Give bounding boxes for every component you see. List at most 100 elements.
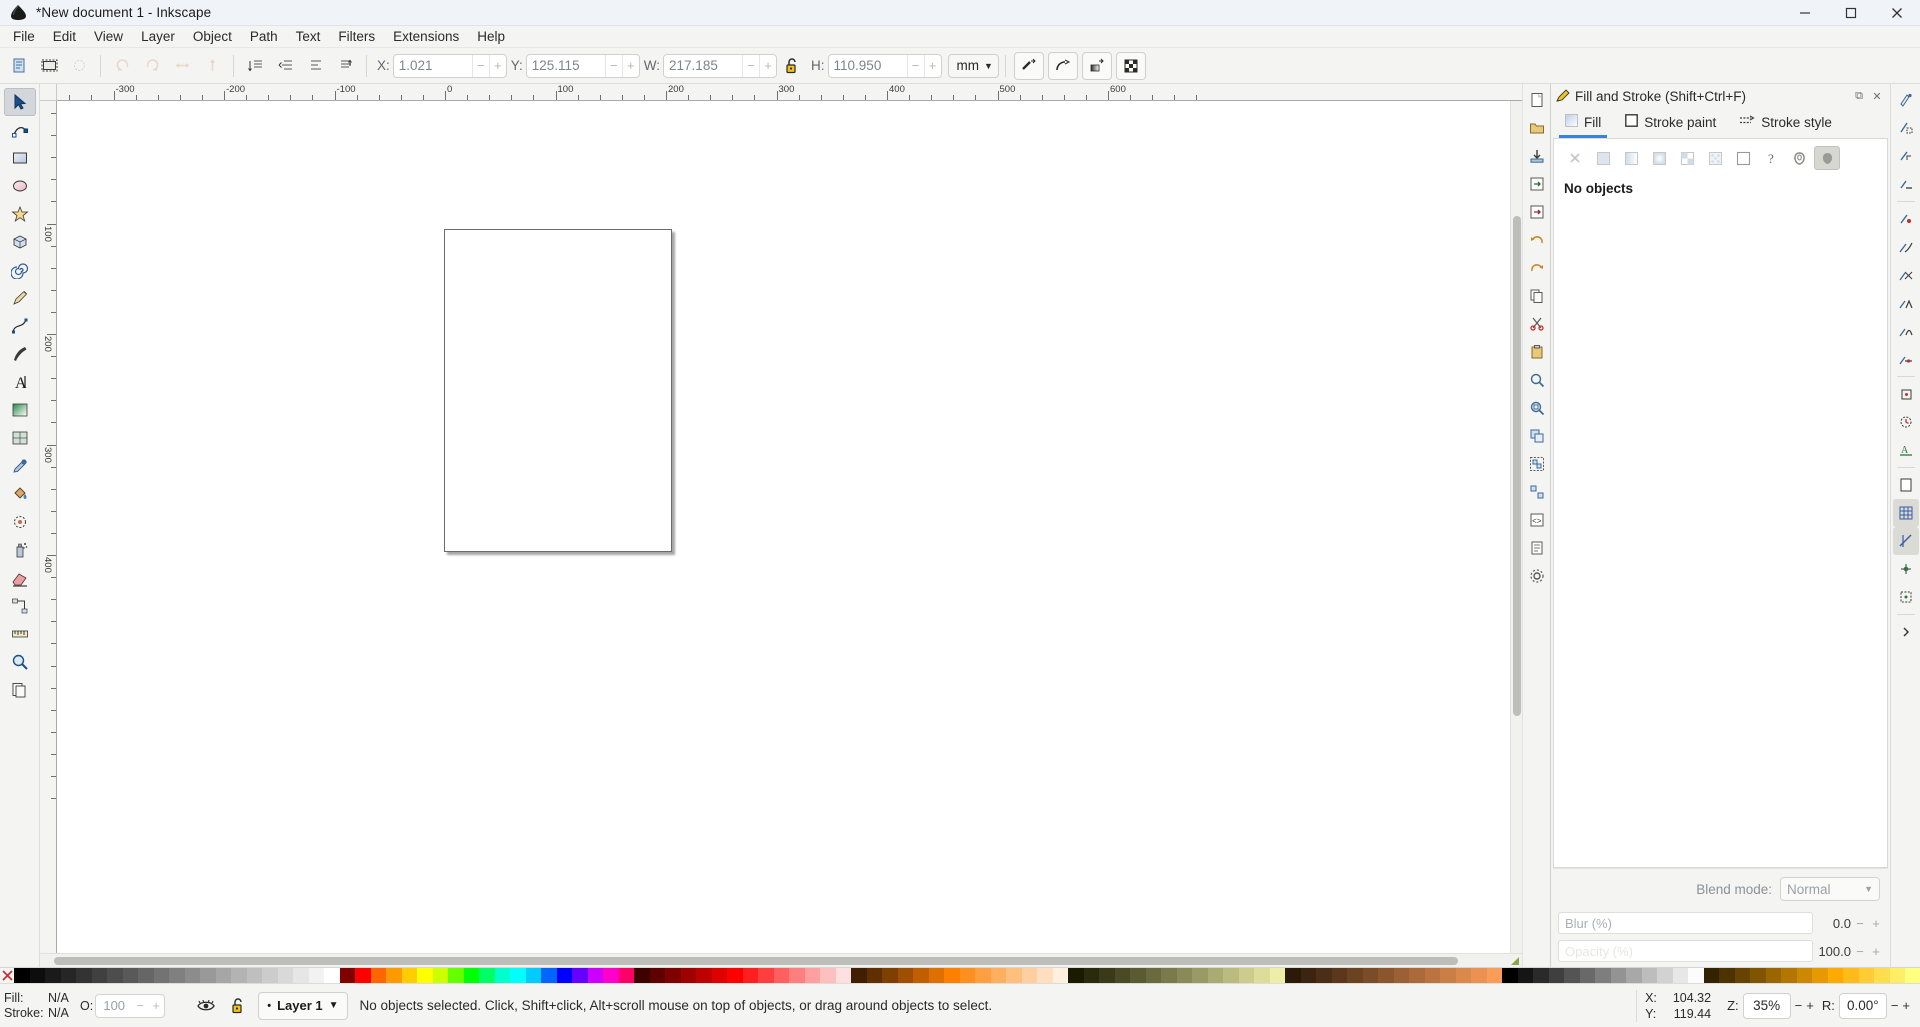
snap-grid-button[interactable] xyxy=(1893,499,1919,527)
palette-swatch[interactable] xyxy=(309,968,325,984)
palette-swatch[interactable] xyxy=(541,968,557,984)
tool-ellipse[interactable] xyxy=(4,172,36,200)
menu-text[interactable]: Text xyxy=(287,27,330,46)
palette-swatch[interactable] xyxy=(231,968,247,984)
palette-swatch[interactable] xyxy=(417,968,433,984)
tool-spray[interactable] xyxy=(4,536,36,564)
opacity-increment-button[interactable]: + xyxy=(148,998,164,1013)
rotation-field[interactable] xyxy=(1839,993,1887,1019)
palette-swatch[interactable] xyxy=(1006,968,1022,984)
x-input[interactable] xyxy=(394,55,472,77)
palette-swatch[interactable] xyxy=(1409,968,1425,984)
palette-swatch[interactable] xyxy=(991,968,1007,984)
snap-expand-button[interactable] xyxy=(1893,618,1919,646)
palette-swatch[interactable] xyxy=(185,968,201,984)
palette-swatch[interactable] xyxy=(1533,968,1549,984)
fill-rule-nonzero[interactable] xyxy=(1814,146,1840,170)
lower-button[interactable] xyxy=(301,52,329,80)
palette-swatch[interactable] xyxy=(1626,968,1642,984)
rotate-cw-button[interactable] xyxy=(138,52,166,80)
palette-swatch[interactable] xyxy=(1595,968,1611,984)
palette-swatch[interactable] xyxy=(603,968,619,984)
palette-swatch[interactable] xyxy=(929,968,945,984)
palette-swatch[interactable] xyxy=(1378,968,1394,984)
palette-swatch[interactable] xyxy=(1130,968,1146,984)
palette-swatch[interactable] xyxy=(1394,968,1410,984)
palette-swatch[interactable] xyxy=(1673,968,1689,984)
palette-swatch[interactable] xyxy=(14,968,30,984)
fill-type-radial-gradient[interactable] xyxy=(1646,146,1672,170)
raise-button[interactable] xyxy=(271,52,299,80)
ruler-corner[interactable] xyxy=(40,84,57,101)
palette-swatch[interactable] xyxy=(107,968,123,984)
palette-swatch[interactable] xyxy=(92,968,108,984)
palette-swatch[interactable] xyxy=(340,968,356,984)
tool-zoom[interactable] xyxy=(4,648,36,676)
y-spinner[interactable]: − + xyxy=(526,54,640,78)
palette-swatch[interactable] xyxy=(1487,968,1503,984)
minimize-button[interactable] xyxy=(1782,0,1828,26)
opacity-value[interactable]: 100.0 xyxy=(1815,944,1851,959)
menu-filters[interactable]: Filters xyxy=(329,27,384,46)
maximize-button[interactable] xyxy=(1828,0,1874,26)
opacity-spinner[interactable]: − + xyxy=(95,994,165,1018)
palette-swatch[interactable] xyxy=(200,968,216,984)
horizontal-ruler[interactable]: -300-200-1000100200300400500600 xyxy=(57,84,1522,101)
palette-swatch[interactable] xyxy=(1208,968,1224,984)
rotate-ccw-button[interactable]: − xyxy=(1891,998,1899,1013)
menu-path[interactable]: Path xyxy=(241,27,287,46)
tool-measure[interactable] xyxy=(4,620,36,648)
tool-3dbox[interactable] xyxy=(4,228,36,256)
snap-cusp-button[interactable] xyxy=(1893,289,1919,317)
blur-decrement-button[interactable]: − xyxy=(1853,916,1867,931)
zoom-field[interactable] xyxy=(1743,993,1791,1019)
palette-swatch[interactable] xyxy=(1192,968,1208,984)
tool-node-editor[interactable] xyxy=(4,116,36,144)
snap-bbox-edge-button[interactable] xyxy=(1893,170,1919,198)
palette-swatch[interactable] xyxy=(1750,968,1766,984)
snap-smooth-button[interactable] xyxy=(1893,317,1919,345)
zoom-page-button[interactable] xyxy=(1525,394,1549,422)
y-input[interactable] xyxy=(527,55,605,77)
fill-type-pattern[interactable] xyxy=(1674,146,1700,170)
fill-type-flat[interactable] xyxy=(1590,146,1616,170)
vertical-scrollbar[interactable] xyxy=(1510,101,1522,953)
eye-visible-icon[interactable] xyxy=(193,993,219,1019)
affect-rounded-corners-button[interactable] xyxy=(1048,52,1078,80)
palette-swatch[interactable] xyxy=(123,968,139,984)
undo-button[interactable] xyxy=(1525,226,1549,254)
horizontal-scrollbar-thumb[interactable] xyxy=(54,957,1458,965)
vertical-ruler[interactable]: 100200300400 xyxy=(40,101,57,953)
palette-swatch[interactable] xyxy=(898,968,914,984)
palette-swatch[interactable] xyxy=(619,968,635,984)
palette-swatch[interactable] xyxy=(836,968,852,984)
palette-swatch[interactable] xyxy=(1301,968,1317,984)
palette-swatch[interactable] xyxy=(247,968,263,984)
palette-swatch[interactable] xyxy=(526,968,542,984)
zoom-drawing-button[interactable] xyxy=(1525,366,1549,394)
palette-swatch[interactable] xyxy=(1254,968,1270,984)
palette-swatch[interactable] xyxy=(975,968,991,984)
lower-to-bottom-button[interactable] xyxy=(331,52,359,80)
palette-swatch[interactable] xyxy=(1874,968,1890,984)
h-spinner[interactable]: − + xyxy=(828,54,942,78)
document-properties-button[interactable] xyxy=(1525,534,1549,562)
opacity-slider[interactable]: Opacity (%) xyxy=(1558,940,1813,962)
fill-type-mesh-gradient[interactable] xyxy=(1730,146,1756,170)
panel-close-button[interactable]: ✕ xyxy=(1868,87,1886,105)
new-document-button[interactable] xyxy=(1525,86,1549,114)
palette-swatch[interactable] xyxy=(944,968,960,984)
palette-swatch[interactable] xyxy=(262,968,278,984)
snap-center-button[interactable] xyxy=(1893,380,1919,408)
fill-rule-even-odd[interactable] xyxy=(1786,146,1812,170)
rotate-ccw-button[interactable] xyxy=(108,52,136,80)
h-input[interactable] xyxy=(829,55,907,77)
snap-page-border-button[interactable] xyxy=(1893,471,1919,499)
zoom-input[interactable] xyxy=(1744,998,1790,1013)
layer-lock-icon[interactable] xyxy=(225,993,251,1019)
tool-text[interactable]: A xyxy=(4,368,36,396)
palette-swatch[interactable] xyxy=(30,968,46,984)
import-button[interactable] xyxy=(1525,170,1549,198)
snap-guide-button[interactable] xyxy=(1893,527,1919,555)
palette-swatch[interactable] xyxy=(479,968,495,984)
